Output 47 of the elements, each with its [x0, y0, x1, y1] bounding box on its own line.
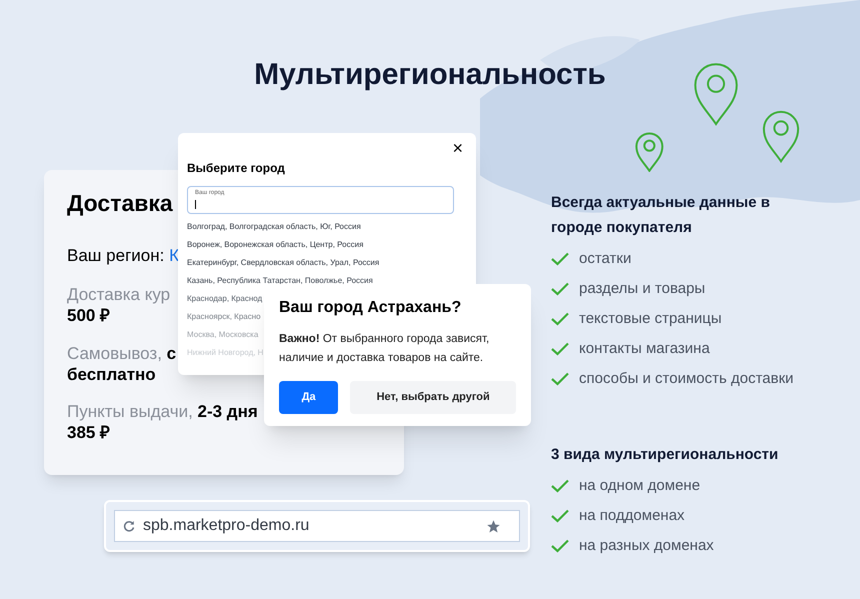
yes-button[interactable]: Да — [279, 381, 338, 414]
delivery-method: Самовывоз, — [67, 344, 163, 362]
feature-item: на поддоменах — [579, 506, 685, 525]
card-title: Доставка — [67, 189, 173, 218]
dialog-title: Выберите город — [187, 160, 286, 177]
check-icon — [551, 282, 569, 296]
popup-text: Важно! От выбранного города зависят, наличие и доставка товаров на сайте. — [279, 332, 490, 366]
delivery-method: Пункты выдачи, — [67, 402, 194, 421]
feature-item: контакты магазина — [579, 339, 710, 358]
check-icon — [551, 252, 569, 266]
feature-heading: 3 вида мультирегиональности — [551, 445, 780, 465]
popup-title: Ваш город Астрахань? — [279, 298, 462, 318]
feature-item: текстовые страницы — [579, 309, 722, 328]
region-link[interactable]: К — [169, 246, 179, 264]
map-pin-icon — [762, 110, 800, 164]
map-pin-icon — [693, 62, 739, 126]
check-icon — [551, 342, 569, 356]
map-pin-icon — [635, 132, 664, 172]
feature-heading: Всегда актуальные данные в городе покупателя — [551, 193, 771, 238]
check-icon — [551, 538, 569, 552]
city-option[interactable]: Казань, Республика Татарстан, Поволжье, Россия — [187, 274, 467, 287]
star-icon[interactable] — [486, 518, 501, 534]
city-option[interactable]: Волгоград, Волгоградская область, Юг, Россия — [187, 220, 467, 233]
feature-item: способы и стоимость доставки — [579, 369, 794, 388]
check-icon — [551, 508, 569, 522]
check-icon — [551, 312, 569, 326]
delivery-term: с — [166, 344, 176, 362]
feature-item: разделы и товары — [579, 279, 706, 298]
url-text: spb.marketpro-demo.ru — [143, 516, 310, 536]
feature-item: на разных доменах — [579, 536, 714, 555]
delivery-price: 500 ₽ — [67, 305, 110, 326]
check-icon — [551, 372, 569, 386]
delivery-method: Доставка кур — [67, 285, 170, 304]
delivery-price: 385 ₽ — [67, 422, 110, 444]
reload-icon[interactable] — [123, 520, 135, 532]
region-label: Ваш регион: — [67, 246, 166, 264]
page-title: Мультирегиональность — [253, 57, 607, 93]
choose-other-button[interactable]: Нет, выбрать другой — [350, 381, 516, 414]
url-field[interactable]: spb.marketpro-demo.ru — [114, 510, 520, 542]
city-option[interactable]: Воронеж, Воронежская область, Центр, Россия — [187, 238, 467, 251]
close-button[interactable]: × — [448, 139, 467, 157]
feature-item: остатки — [579, 249, 632, 268]
check-icon — [551, 478, 569, 492]
delivery-term: 2-3 дня — [198, 402, 258, 421]
city-option[interactable]: Екатеринбург, Свердловская область, Урал, Россия — [187, 256, 467, 269]
feature-item: на одном домене — [579, 476, 700, 495]
delivery-price: бесплатно — [67, 364, 156, 385]
